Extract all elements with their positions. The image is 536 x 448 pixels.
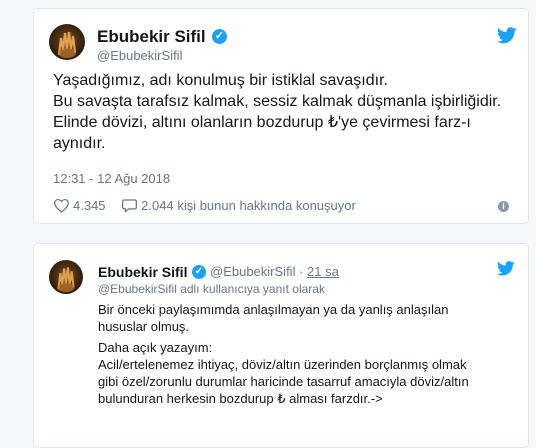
author-handle[interactable]: @EbubekirSifil (210, 264, 295, 279)
tweet-text: Yaşadığımız, adı konulmuş bir istiklal s… (53, 70, 523, 154)
embedded-tweet-card[interactable]: Ebubekir Sifil ✓ @EbubekirSifil Yaşadığı… (33, 8, 529, 224)
separator: · (299, 264, 304, 279)
like-count[interactable]: 4.345 (73, 198, 106, 213)
avatar[interactable] (49, 260, 83, 294)
reply-bubble-icon[interactable] (121, 198, 138, 213)
tweet-text-line: Daha açık yazayım: (98, 340, 213, 355)
heart-icon[interactable] (53, 198, 70, 213)
avatar-image (57, 267, 75, 293)
tweet-time[interactable]: 21 sa (307, 264, 339, 279)
tweet-text-line: aynıdır. (53, 135, 106, 152)
tweet-timestamp[interactable]: 12:31 - 12 Ağu 2018 (53, 171, 170, 186)
tweet-actions: 4.345 2.044 kişi bunun hakkında konuşuyo… (53, 197, 356, 215)
avatar[interactable] (49, 24, 85, 60)
twitter-bird-icon[interactable] (497, 261, 515, 276)
tweet-text-line: hususlar olmuş. (98, 319, 190, 334)
reply-count-text[interactable]: 2.044 kişi bunun hakkında konuşuyor (141, 198, 356, 213)
tweet-text-line: Elinde dövizi, altını olanların bozdurup… (53, 114, 471, 131)
tweet-text-line: Acil/ertelenemez ihtiyaç, döviz/altın üz… (98, 357, 467, 372)
author-name[interactable]: Ebubekir Sifil (97, 27, 206, 47)
author-name[interactable]: Ebubekir Sifil (98, 264, 187, 280)
reply-tweet-card[interactable]: Ebubekir Sifil ✓ @EbubekirSifil · 21 sa … (33, 243, 529, 448)
verified-badge-icon: ✓ (212, 29, 227, 44)
tweet-text-line: bulunduran herkesin bozdurup ₺ alması fa… (98, 391, 383, 406)
tweet-text-line: Bir önceki paylaşımımda anlaşılmayan ya … (98, 302, 449, 317)
avatar-image (57, 31, 77, 58)
tweet-paragraph: Daha açık yazayım: Acil/ertelenemez ihti… (98, 339, 518, 407)
twitter-bird-icon[interactable] (497, 27, 517, 44)
verified-badge-icon: ✓ (192, 265, 206, 279)
tweet-meta: @EbubekirSifil · 21 sa (210, 264, 339, 279)
info-icon[interactable]: i (498, 201, 509, 212)
author-handle[interactable]: @EbubekirSifil (97, 48, 182, 63)
tweet-text-line: Bu savaşta tarafsız kalmak, sessiz kalma… (53, 93, 502, 110)
reply-to-label[interactable]: @EbubekirSifil adlı kullanıcıya yanıt ol… (98, 282, 325, 296)
tweet-paragraph: Bir önceki paylaşımımda anlaşılmayan ya … (98, 301, 518, 335)
tweet-text-line: Yaşadığımız, adı konulmuş bir istiklal s… (53, 72, 388, 89)
tweet-text-line: gibi özel/zorunlu durumlar haricinde tas… (98, 374, 469, 389)
tweet-text: Bir önceki paylaşımımda anlaşılmayan ya … (98, 301, 518, 411)
